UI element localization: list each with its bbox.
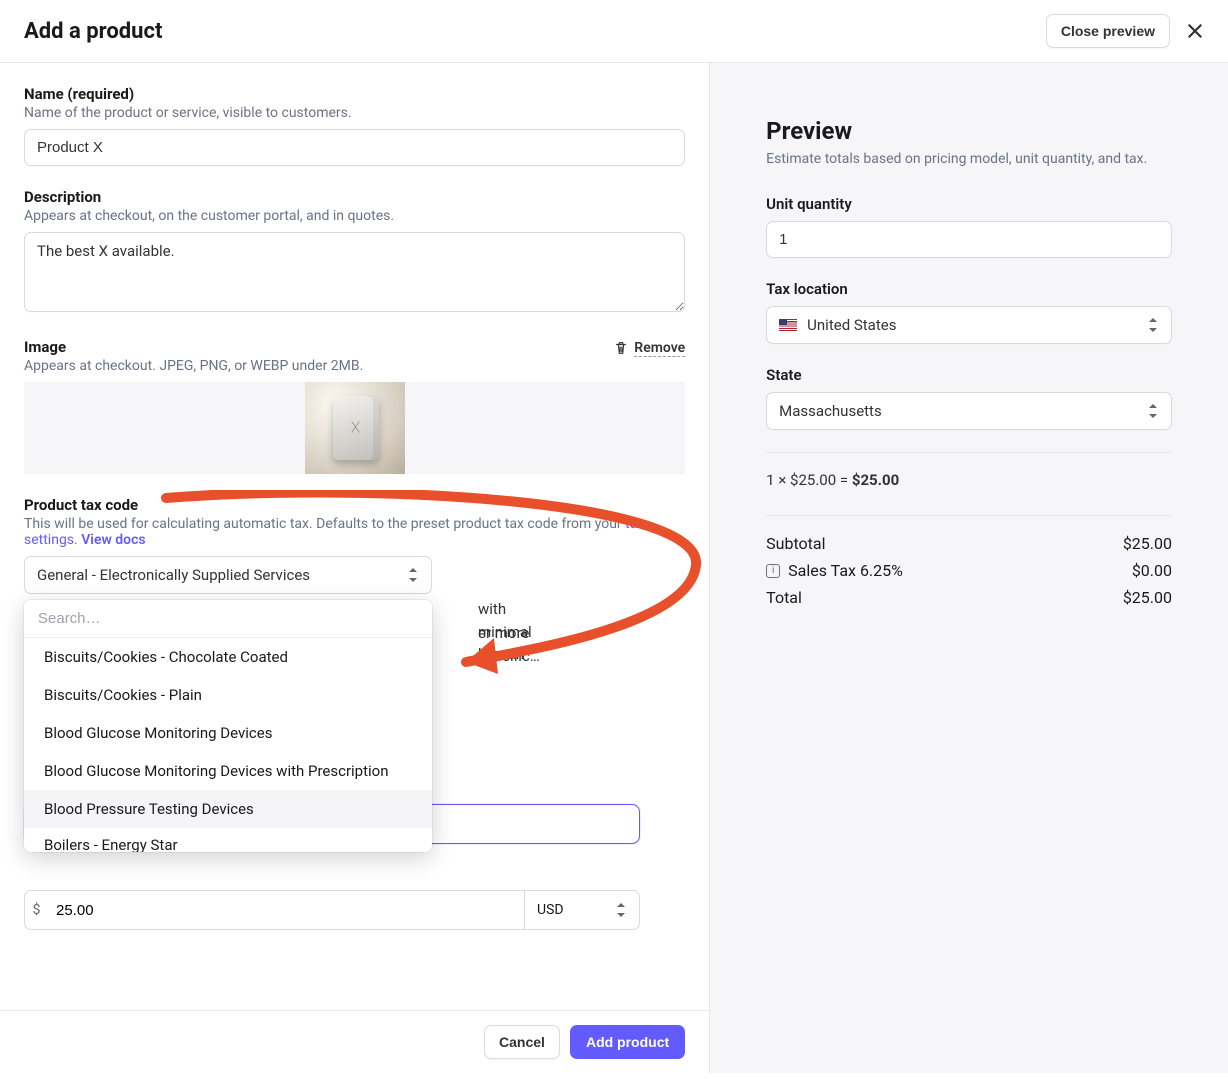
tax-code-search-input[interactable]: [38, 610, 418, 627]
chevron-updown-icon: [1149, 403, 1159, 419]
tax-code-description-fragment-2: er more specific…: [478, 622, 540, 667]
field-name: Name (required) Name of the product or s…: [24, 85, 685, 166]
sales-tax-value: $0.00: [1132, 561, 1172, 580]
currency-symbol: $: [24, 890, 48, 930]
page-title: Add a product: [24, 19, 162, 44]
name-hint: Name of the product or service, visible …: [24, 105, 685, 121]
chevron-updown-icon: [409, 567, 419, 583]
image-label: Image: [24, 338, 66, 356]
add-product-button[interactable]: Add product: [570, 1025, 685, 1059]
tax-code-dropdown: Biscuits/Cookies - Chocolate CoatedBiscu…: [24, 600, 432, 852]
product-image-thumbnail[interactable]: [305, 382, 405, 474]
tax-location-select[interactable]: United States: [766, 306, 1172, 344]
image-preview-strip: [24, 382, 685, 474]
unit-quantity-input[interactable]: [766, 221, 1172, 258]
price-amount-input[interactable]: [48, 890, 524, 930]
subtotal-value: $25.00: [1123, 534, 1172, 553]
field-description: Description Appears at checkout, on the …: [24, 188, 685, 316]
close-preview-button[interactable]: Close preview: [1046, 14, 1170, 48]
unit-quantity-label: Unit quantity: [766, 195, 1172, 213]
tax-code-option[interactable]: Blood Pressure Testing Devices: [24, 790, 432, 828]
description-input[interactable]: The best X available.: [24, 232, 685, 312]
tax-code-option[interactable]: Blood Glucose Monitoring Devices with Pr…: [24, 752, 432, 790]
form-footer: Cancel Add product: [0, 1010, 709, 1073]
chevron-updown-icon: [1149, 317, 1159, 333]
tax-location-label: Tax location: [766, 280, 1172, 298]
calc-line: 1 × $25.00 = $25.00: [766, 471, 1172, 489]
description-label: Description: [24, 188, 685, 206]
name-input[interactable]: [24, 129, 685, 166]
form-pane: Name (required) Name of the product or s…: [0, 63, 710, 1073]
description-hint: Appears at checkout, on the customer por…: [24, 208, 685, 224]
tax-code-option[interactable]: Boilers - Energy Star: [24, 828, 432, 852]
subtotal-label: Subtotal: [766, 534, 825, 553]
field-image: Image Remove Appears at checkout. JPEG, …: [24, 338, 685, 474]
state-label: State: [766, 366, 1172, 384]
view-docs-link[interactable]: View docs: [81, 532, 145, 548]
preview-heading: Preview: [766, 117, 1172, 145]
total-value: $25.00: [1123, 588, 1172, 607]
field-tax-code: Product tax code This will be used for c…: [24, 496, 685, 594]
trash-icon: [614, 341, 628, 355]
info-icon: i: [766, 564, 780, 578]
remove-image-button[interactable]: Remove: [614, 340, 685, 357]
tax-code-hint: This will be used for calculating automa…: [24, 516, 685, 548]
price-row: $ USD: [24, 890, 640, 930]
preview-sub: Estimate totals based on pricing model, …: [766, 151, 1172, 167]
image-hint: Appears at checkout. JPEG, PNG, or WEBP …: [24, 358, 685, 374]
state-select[interactable]: Massachusetts: [766, 392, 1172, 430]
us-flag-icon: [779, 319, 797, 331]
currency-select[interactable]: USD: [524, 890, 640, 930]
divider: [766, 515, 1172, 516]
tax-code-option[interactable]: Biscuits/Cookies - Plain: [24, 676, 432, 714]
sales-tax-label: Sales Tax 6.25%: [788, 561, 903, 580]
preview-pane: Preview Estimate totals based on pricing…: [710, 63, 1228, 1073]
tax-code-option[interactable]: Blood Glucose Monitoring Devices: [24, 714, 432, 752]
page-header: Add a product Close preview: [0, 0, 1228, 63]
tax-code-label: Product tax code: [24, 496, 685, 514]
totals-block: Subtotal $25.00 i Sales Tax 6.25% $0.00 …: [766, 534, 1172, 607]
cancel-button[interactable]: Cancel: [484, 1025, 560, 1059]
chevron-updown-icon: [617, 902, 627, 918]
close-icon[interactable]: [1186, 22, 1204, 40]
divider: [766, 452, 1172, 453]
total-label: Total: [766, 588, 802, 607]
name-label: Name (required): [24, 85, 685, 103]
tax-code-select[interactable]: General - Electronically Supplied Servic…: [24, 556, 432, 594]
tax-code-option[interactable]: Biscuits/Cookies - Chocolate Coated: [24, 638, 432, 676]
